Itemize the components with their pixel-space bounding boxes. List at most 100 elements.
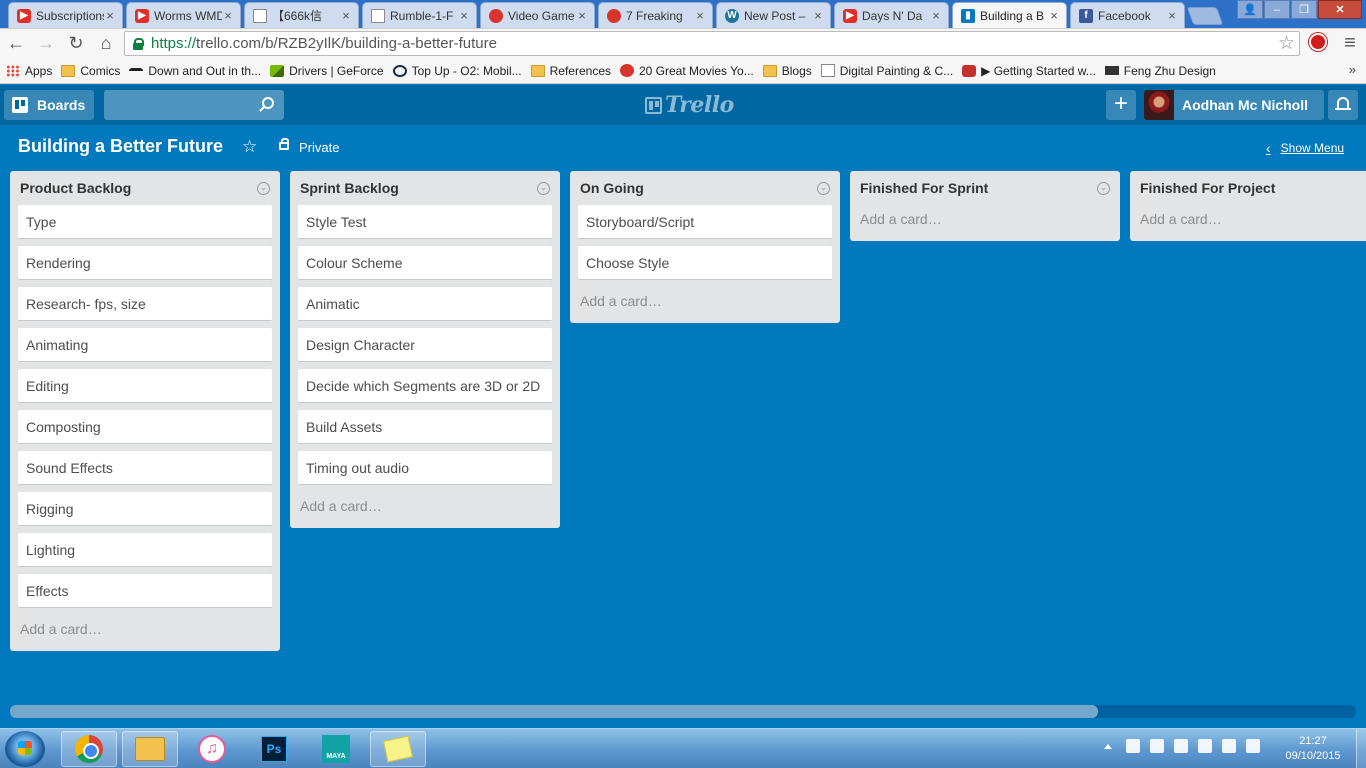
bookmark-item[interactable]: Drivers | GeForce (270, 64, 384, 78)
tab-close-icon[interactable]: × (340, 8, 352, 23)
tab-close-icon[interactable]: × (812, 8, 824, 23)
card[interactable]: Effects (18, 574, 272, 608)
tab-close-icon[interactable]: × (458, 8, 470, 23)
list-title[interactable]: Sprint Backlog (300, 180, 399, 196)
trello-logo[interactable]: Trello (645, 92, 734, 118)
notifications-button[interactable] (1328, 90, 1358, 120)
action-center-flag-icon[interactable] (1174, 739, 1188, 753)
board-horizontal-scrollbar[interactable] (10, 705, 1356, 718)
add-card-button[interactable]: Add a card… (578, 287, 832, 315)
reload-button[interactable]: ↻ (62, 30, 90, 58)
card[interactable]: Design Character (298, 328, 552, 362)
add-card-button[interactable]: Add a card… (1138, 205, 1366, 233)
browser-tab[interactable]: ▶ Worms WMD × (126, 2, 241, 28)
browser-tab[interactable]: ▮ Building a B × (952, 2, 1067, 28)
taskbar-file-explorer[interactable] (122, 731, 178, 767)
minimize-button[interactable]: – (1264, 0, 1290, 19)
taskbar-maya[interactable]: MAYA (308, 731, 364, 767)
card[interactable]: Choose Style (578, 246, 832, 280)
home-button[interactable]: ⌂ (92, 30, 120, 58)
bookmark-item[interactable]: Apps (6, 64, 52, 78)
user-profile-button[interactable]: 👤 (1237, 0, 1263, 19)
card[interactable]: Decide which Segments are 3D or 2D (298, 369, 552, 403)
bookmark-star-icon[interactable]: ☆ (1278, 32, 1295, 55)
card[interactable]: Animating (18, 328, 272, 362)
tab-close-icon[interactable]: × (104, 8, 116, 23)
list-menu-icon[interactable]: ⌄ (1097, 181, 1110, 195)
list-menu-icon[interactable]: ⌄ (537, 181, 550, 195)
member-menu-button[interactable]: Aodhan Mc Nicholl (1144, 90, 1324, 120)
network-signal-icon[interactable] (1246, 739, 1260, 753)
bookmark-item[interactable]: Feng Zhu Design (1104, 64, 1216, 78)
show-hidden-icons-icon[interactable] (1104, 743, 1112, 749)
browser-tab[interactable]: W New Post – × (716, 2, 831, 28)
bookmark-item[interactable]: 20 Great Movies Yo... (620, 64, 754, 78)
show-menu-link[interactable]: ‹ Show Menu (1266, 140, 1344, 156)
add-card-button[interactable]: Add a card… (858, 205, 1112, 233)
close-window-button[interactable]: ✕ (1318, 0, 1362, 19)
browser-tab[interactable]: Rumble-1-F × (362, 2, 477, 28)
bookmark-item[interactable]: References (530, 64, 611, 78)
boards-button[interactable]: Boards (4, 90, 94, 120)
card[interactable]: Research- fps, size (18, 287, 272, 321)
start-button[interactable] (5, 731, 45, 767)
add-button[interactable]: + (1106, 90, 1136, 120)
star-icon[interactable]: ☆ (242, 137, 257, 157)
battery-icon[interactable] (1198, 739, 1212, 753)
tab-close-icon[interactable]: × (1166, 8, 1178, 23)
search-icon[interactable] (262, 97, 274, 109)
search-input[interactable] (104, 90, 284, 120)
card[interactable]: Lighting (18, 533, 272, 567)
card[interactable]: Storyboard/Script (578, 205, 832, 239)
list-title[interactable]: Finished For Project (1140, 180, 1275, 196)
browser-tab[interactable]: Video Game × (480, 2, 595, 28)
card[interactable]: Sound Effects (18, 451, 272, 485)
add-card-button[interactable]: Add a card… (298, 492, 552, 520)
bookmark-item[interactable]: Blogs (762, 64, 812, 78)
browser-tab[interactable]: 7 Freaking × (598, 2, 713, 28)
card[interactable]: Animatic (298, 287, 552, 321)
scrollbar-thumb[interactable] (10, 705, 1098, 718)
forward-button[interactable]: → (32, 30, 60, 58)
card[interactable]: Editing (18, 369, 272, 403)
taskbar-sticky-notes[interactable] (370, 731, 426, 767)
card[interactable]: Colour Scheme (298, 246, 552, 280)
card[interactable]: Type (18, 205, 272, 239)
list-title[interactable]: Finished For Sprint (860, 180, 988, 196)
tab-close-icon[interactable]: × (576, 8, 588, 23)
list-title[interactable]: On Going (580, 180, 644, 196)
lock-icon[interactable] (279, 138, 289, 150)
tab-close-icon[interactable]: × (930, 8, 942, 23)
browser-tab[interactable]: ▶ Days N' Da × (834, 2, 949, 28)
browser-tab[interactable]: ▶ Subscriptions × (8, 2, 123, 28)
taskbar-itunes[interactable]: ♫ (184, 731, 240, 767)
taskbar-photoshop[interactable]: Ps (246, 731, 302, 767)
add-card-button[interactable]: Add a card… (18, 615, 272, 643)
volume-icon[interactable] (1222, 739, 1236, 753)
list-menu-icon[interactable]: ⌄ (817, 181, 830, 195)
system-clock[interactable]: 21:27 09/10/2015 (1278, 734, 1348, 764)
bookmark-item[interactable]: Digital Painting & C... (820, 64, 953, 78)
chrome-menu-icon[interactable]: ≡ (1340, 31, 1360, 55)
show-desktop-button[interactable] (1356, 729, 1366, 768)
bookmark-item[interactable]: Comics (61, 64, 120, 78)
card[interactable]: Build Assets (298, 410, 552, 444)
back-button[interactable]: ← (2, 30, 30, 58)
new-tab-button[interactable] (1186, 7, 1224, 25)
visibility-button[interactable]: Private (299, 140, 339, 155)
adblock-extension-icon[interactable] (1309, 33, 1327, 51)
address-bar[interactable]: https:// trello.com/b/RZB2yIlK/building-… (124, 31, 1300, 56)
browser-tab[interactable]: 【666k信 × (244, 2, 359, 28)
list-title[interactable]: Product Backlog (20, 180, 131, 196)
restore-button[interactable]: ❐ (1291, 0, 1317, 19)
list-menu-icon[interactable]: ⌄ (257, 181, 270, 195)
board-title[interactable]: Building a Better Future (18, 136, 223, 157)
browser-tab[interactable]: f Facebook × (1070, 2, 1185, 28)
card[interactable]: Timing out audio (298, 451, 552, 485)
card[interactable]: Composting (18, 410, 272, 444)
bookmark-item[interactable]: Down and Out in th... (129, 64, 261, 78)
tab-close-icon[interactable]: × (222, 8, 234, 23)
tab-close-icon[interactable]: × (694, 8, 706, 23)
bookmark-item[interactable]: Top Up - O2: Mobil... (392, 64, 522, 78)
bookmark-item[interactable]: ▶ Getting Started w... (962, 64, 1096, 78)
